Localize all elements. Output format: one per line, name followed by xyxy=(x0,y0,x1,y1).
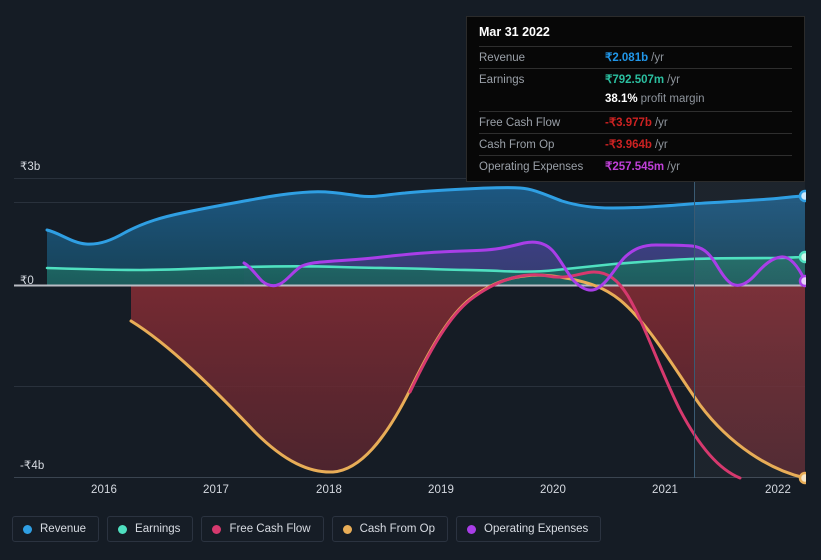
operating-expenses-color-dot-icon xyxy=(467,524,477,534)
tooltip-unit-cash-from-op: /yr xyxy=(654,139,668,151)
tooltip-unit-free-cash-flow: /yr xyxy=(654,117,668,129)
tooltip-label-earnings: Earnings xyxy=(479,74,525,86)
legend-label-free-cash-flow: Free Cash Flow xyxy=(229,523,311,535)
tooltip-row-cash-from-op: Cash From Op -₹3.964b /yr xyxy=(479,133,792,155)
tooltip-unit-operating-expenses: /yr xyxy=(667,161,680,173)
free-cash-flow-color-dot-icon xyxy=(212,524,222,534)
tooltip-value-free-cash-flow: -₹3.977b xyxy=(605,117,652,129)
chart-legend: Revenue Earnings Free Cash Flow Cash Fro… xyxy=(12,516,602,542)
legend-item-revenue[interactable]: Revenue xyxy=(12,516,100,542)
y-axis-tick-top: ₹3b xyxy=(20,161,41,173)
tooltip-row-revenue: Revenue ₹2.081b /yr xyxy=(479,46,792,68)
tooltip-label-revenue: Revenue xyxy=(479,52,526,64)
x-axis-tick-2022: 2022 xyxy=(765,484,791,496)
legend-label-earnings: Earnings xyxy=(135,523,181,535)
tooltip-row-operating-expenses: Operating Expenses ₹257.545m /yr xyxy=(479,155,792,177)
x-axis-tick-2017: 2017 xyxy=(203,484,229,496)
x-axis-tick-2021: 2021 xyxy=(652,484,678,496)
legend-item-operating-expenses[interactable]: Operating Expenses xyxy=(456,516,602,542)
tooltip-value-revenue: ₹2.081b xyxy=(605,52,649,64)
legend-item-cash-from-op[interactable]: Cash From Op xyxy=(331,516,449,542)
y-axis-tick-bottom: -₹4b xyxy=(20,460,45,472)
tooltip-label-free-cash-flow: Free Cash Flow xyxy=(479,117,561,129)
tooltip-unit-revenue: /yr xyxy=(651,52,664,64)
x-axis-tick-2020: 2020 xyxy=(540,484,566,496)
tooltip-value-earnings: ₹792.507m xyxy=(605,74,665,86)
tooltip-value-operating-expenses: ₹257.545m xyxy=(605,161,665,173)
x-axis-tick-2019: 2019 xyxy=(428,484,454,496)
legend-label-operating-expenses: Operating Expenses xyxy=(484,523,589,535)
legend-item-earnings[interactable]: Earnings xyxy=(107,516,194,542)
tooltip-label-operating-expenses: Operating Expenses xyxy=(479,161,584,173)
tooltip-unit-profit-margin: profit margin xyxy=(640,93,705,105)
tooltip-row-free-cash-flow: Free Cash Flow -₹3.977b /yr xyxy=(479,111,792,133)
right-gutter xyxy=(806,0,821,505)
tooltip-row-earnings: Earnings ₹792.507m /yr xyxy=(479,68,792,90)
tooltip-value-cash-from-op: -₹3.964b xyxy=(605,139,652,151)
highlight-band xyxy=(694,176,805,478)
tooltip-label-cash-from-op: Cash From Op xyxy=(479,139,555,151)
x-axis-tick-2018: 2018 xyxy=(316,484,342,496)
tooltip-unit-earnings: /yr xyxy=(667,74,680,86)
tooltip-row-profit-margin: 38.1% profit margin xyxy=(479,90,792,111)
tooltip-value-profit-margin: 38.1% xyxy=(605,93,638,105)
legend-label-revenue: Revenue xyxy=(40,523,87,535)
revenue-color-dot-icon xyxy=(23,524,32,534)
legend-label-cash-from-op: Cash From Op xyxy=(359,523,436,535)
y-axis-tick-zero: ₹0 xyxy=(20,275,34,287)
tooltip-date: Mar 31 2022 xyxy=(479,25,550,39)
data-point-tooltip: Mar 31 2022 Revenue ₹2.081b /yr Earnings… xyxy=(466,16,805,182)
financial-chart-widget: ₹3b ₹0 -₹4b 2016 2017 2018 2019 2020 202… xyxy=(0,0,821,560)
cash-from-op-color-dot-icon xyxy=(342,524,352,534)
earnings-color-dot-icon xyxy=(118,524,128,534)
legend-item-free-cash-flow[interactable]: Free Cash Flow xyxy=(201,516,324,542)
x-axis-tick-2016: 2016 xyxy=(91,484,117,496)
